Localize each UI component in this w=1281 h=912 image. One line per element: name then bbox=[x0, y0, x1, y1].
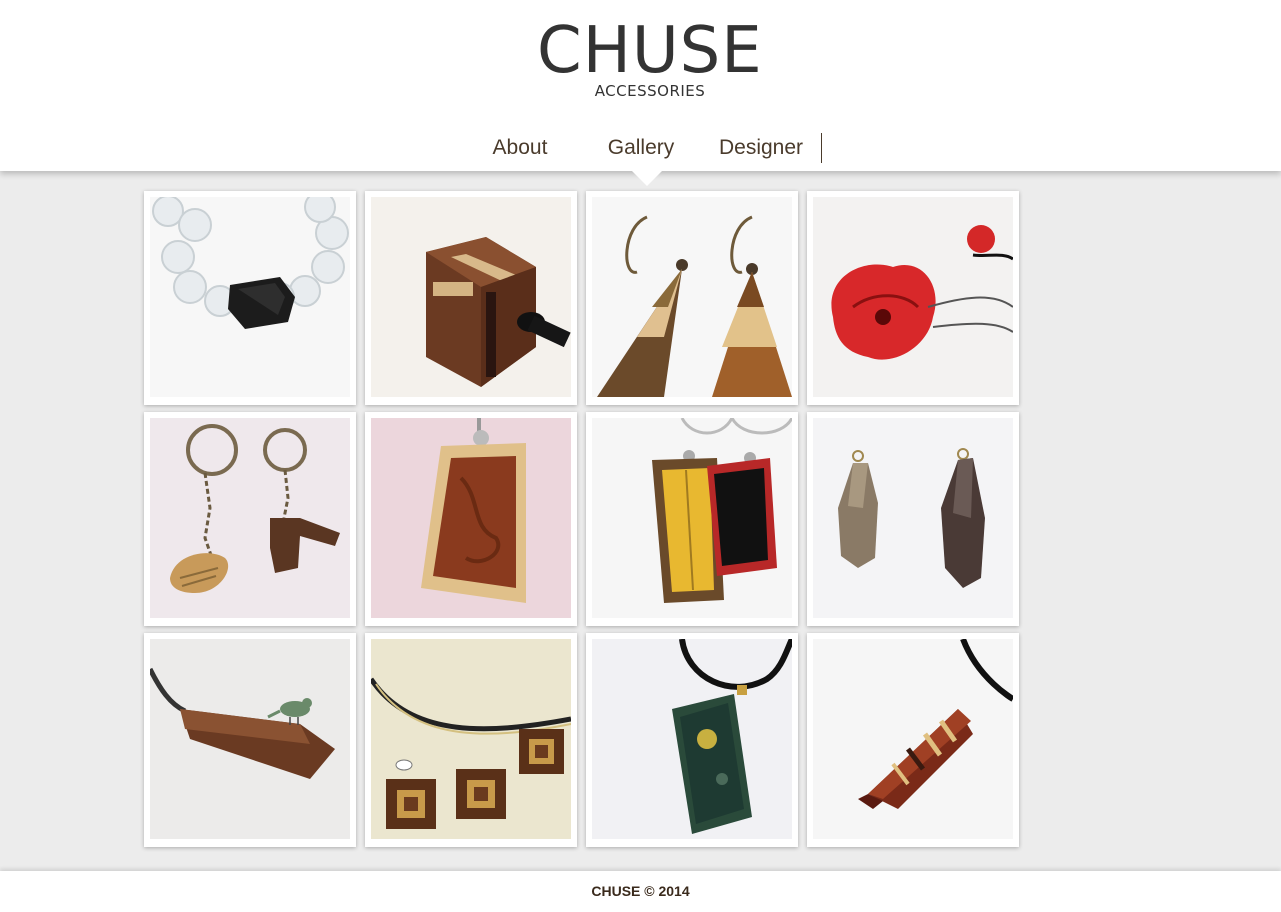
gallery-image bbox=[150, 197, 350, 397]
site-header: CHUSE ACCESSORIES About Gallery Designer bbox=[0, 0, 1281, 171]
gallery-item[interactable] bbox=[586, 191, 798, 405]
nav-divider bbox=[821, 133, 822, 163]
gallery-image bbox=[371, 639, 571, 839]
gallery-item[interactable] bbox=[365, 191, 577, 405]
logo-tagline: ACCESSORIES bbox=[594, 82, 706, 100]
gallery-image bbox=[150, 418, 350, 618]
gallery-item[interactable] bbox=[807, 633, 1019, 847]
gallery-image bbox=[592, 639, 792, 839]
gallery-item[interactable] bbox=[807, 191, 1019, 405]
gallery-image bbox=[150, 639, 350, 839]
gallery-item[interactable] bbox=[144, 412, 356, 626]
gallery-item[interactable] bbox=[586, 412, 798, 626]
logo[interactable]: CHUSE ACCESSORIES bbox=[537, 16, 762, 104]
active-nav-pointer-icon bbox=[632, 171, 662, 186]
gallery-item[interactable] bbox=[365, 633, 577, 847]
nav-item-about[interactable]: About bbox=[470, 133, 570, 163]
gallery-image bbox=[813, 418, 1013, 618]
gallery-image bbox=[592, 197, 792, 397]
gallery-image bbox=[371, 197, 571, 397]
copyright-text: CHUSE © 2014 bbox=[591, 883, 690, 899]
nav-item-gallery[interactable]: Gallery bbox=[591, 133, 691, 163]
nav-item-designer[interactable]: Designer bbox=[710, 133, 812, 163]
gallery-item[interactable] bbox=[586, 633, 798, 847]
gallery-image bbox=[813, 197, 1013, 397]
gallery-item[interactable] bbox=[144, 191, 356, 405]
gallery-grid bbox=[144, 191, 1024, 851]
gallery-image bbox=[371, 418, 571, 618]
gallery-image bbox=[813, 639, 1013, 839]
gallery-item[interactable] bbox=[807, 412, 1019, 626]
main-nav: About Gallery Designer bbox=[0, 133, 1281, 163]
logo-title: CHUSE bbox=[537, 14, 763, 88]
gallery-item[interactable] bbox=[144, 633, 356, 847]
gallery-item[interactable] bbox=[365, 412, 577, 626]
site-footer: CHUSE © 2014 bbox=[0, 871, 1281, 912]
gallery-image bbox=[592, 418, 792, 618]
